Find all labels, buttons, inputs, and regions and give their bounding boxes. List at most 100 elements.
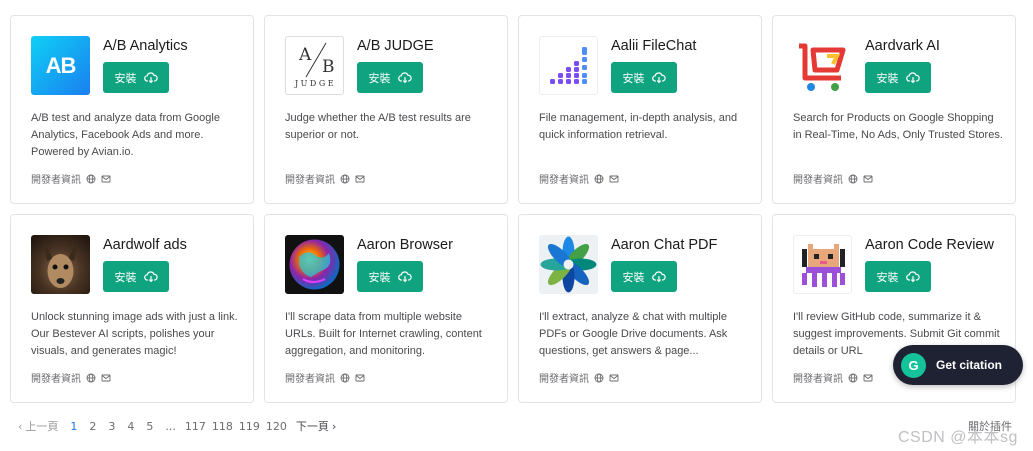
globe-icon[interactable] bbox=[848, 174, 858, 184]
cloud-download-icon bbox=[651, 71, 666, 83]
cloud-download-icon bbox=[905, 270, 920, 282]
logo-text: AB bbox=[45, 52, 77, 78]
developer-info[interactable]: 開發者資訊 bbox=[31, 370, 111, 385]
plugin-title: A/B JUDGE bbox=[357, 38, 434, 54]
cloud-download-icon bbox=[905, 71, 920, 83]
developer-info[interactable]: 開發者資訊 bbox=[31, 171, 111, 186]
plugin-card[interactable]: Aalii FileChat 安裝 File management, in-de… bbox=[518, 15, 762, 204]
developer-info-label: 開發者資訊 bbox=[793, 374, 843, 385]
page-link[interactable]: 5 bbox=[140, 420, 159, 433]
plugin-description: I'll scrape data from multiple website U… bbox=[285, 311, 482, 357]
install-label: 安裝 bbox=[876, 71, 899, 85]
aardvark-cart-logo bbox=[793, 36, 852, 95]
globe-icon[interactable] bbox=[340, 174, 350, 184]
developer-info[interactable]: 開發者資訊 bbox=[285, 370, 365, 385]
mail-icon[interactable] bbox=[609, 174, 619, 184]
page-link[interactable]: 118 bbox=[209, 420, 236, 433]
plugin-description: I'll extract, analyze & chat with multip… bbox=[539, 311, 728, 357]
developer-info[interactable]: 開發者資訊 bbox=[793, 370, 873, 385]
plugin-card[interactable]: Aaron Browser 安裝 I'll scrape data from m… bbox=[264, 214, 508, 403]
page-link[interactable]: 3 bbox=[102, 420, 121, 433]
plugin-card[interactable]: Aardwolf ads 安裝 Unlock stunning image ad… bbox=[10, 214, 254, 403]
grammarly-letter: G bbox=[908, 357, 919, 373]
chevron-right-icon: › bbox=[331, 419, 337, 433]
cloud-download-icon bbox=[397, 71, 412, 83]
page-link[interactable]: 2 bbox=[83, 420, 102, 433]
get-citation-button[interactable]: G Get citation bbox=[893, 345, 1023, 385]
install-button[interactable]: 安裝 bbox=[357, 62, 423, 93]
developer-info-label: 開發者資訊 bbox=[793, 175, 843, 186]
prev-page-label: 上一頁 bbox=[25, 420, 59, 433]
developer-info-label: 開發者資訊 bbox=[31, 374, 81, 385]
logo-letter-b: B bbox=[322, 57, 335, 77]
mail-icon[interactable] bbox=[355, 174, 365, 184]
watermark: CSDN @本本sg bbox=[898, 429, 1018, 446]
aardwolf-photo-logo bbox=[31, 235, 90, 294]
install-button[interactable]: 安裝 bbox=[357, 261, 423, 292]
install-label: 安裝 bbox=[876, 270, 899, 284]
petal-swirl-mark bbox=[540, 236, 597, 293]
plugin-card[interactable]: Aaron Chat PDF 安裝 I'll extract, analyze … bbox=[518, 214, 762, 403]
page-ellipsis: ... bbox=[165, 419, 176, 433]
mail-icon[interactable] bbox=[355, 373, 365, 383]
install-button[interactable]: 安裝 bbox=[103, 62, 169, 93]
install-button[interactable]: 安裝 bbox=[611, 62, 677, 93]
plugin-card[interactable]: A B JUDGE A/B JUDGE 安裝 Judge whether the… bbox=[264, 15, 508, 204]
plugin-title: Aaron Code Review bbox=[865, 237, 994, 253]
bar-dots-mark bbox=[550, 47, 587, 84]
plugin-card[interactable]: Aardvark AI 安裝 Search for Products on Go… bbox=[772, 15, 1016, 204]
mail-icon[interactable] bbox=[863, 174, 873, 184]
globe-icon[interactable] bbox=[594, 373, 604, 383]
mail-icon[interactable] bbox=[863, 373, 873, 383]
plugin-description: A/B test and analyze data from Google An… bbox=[31, 112, 220, 158]
prev-page-button[interactable]: ‹ 上一頁 bbox=[12, 418, 64, 434]
developer-info[interactable]: 開發者資訊 bbox=[793, 171, 873, 186]
globe-icon[interactable] bbox=[86, 174, 96, 184]
plugin-title: Aaron Chat PDF bbox=[611, 237, 718, 253]
developer-info-label: 開發者資訊 bbox=[539, 175, 589, 186]
mail-icon[interactable] bbox=[101, 174, 111, 184]
install-button[interactable]: 安裝 bbox=[611, 261, 677, 292]
cloud-download-icon bbox=[143, 270, 158, 282]
developer-info-label: 開發者資訊 bbox=[31, 175, 81, 186]
plugin-description: Unlock stunning image ads with just a li… bbox=[31, 311, 238, 357]
install-label: 安裝 bbox=[622, 71, 645, 85]
page-link[interactable]: 4 bbox=[121, 420, 140, 433]
globe-icon[interactable] bbox=[594, 174, 604, 184]
install-button[interactable]: 安裝 bbox=[865, 62, 931, 93]
mail-icon[interactable] bbox=[101, 373, 111, 383]
install-button[interactable]: 安裝 bbox=[865, 261, 931, 292]
cloud-download-icon bbox=[143, 71, 158, 83]
developer-info[interactable]: 開發者資訊 bbox=[539, 171, 619, 186]
grammarly-icon: G bbox=[901, 352, 926, 378]
next-page-button[interactable]: 下一頁 › bbox=[290, 418, 342, 434]
cloud-download-icon bbox=[397, 270, 412, 282]
plugin-grid: AB A/B Analytics 安裝 A/B test and analyze… bbox=[10, 15, 1016, 403]
page-link[interactable]: 117 bbox=[182, 420, 209, 433]
developer-info[interactable]: 開發者資訊 bbox=[539, 370, 619, 385]
page-link[interactable]: 120 bbox=[263, 420, 290, 433]
plugin-title: Aalii FileChat bbox=[611, 38, 697, 54]
developer-info[interactable]: 開發者資訊 bbox=[285, 171, 365, 186]
page-link[interactable]: 119 bbox=[236, 420, 263, 433]
plugin-card[interactable]: AB A/B Analytics 安裝 A/B test and analyze… bbox=[10, 15, 254, 204]
developer-info-label: 開發者資訊 bbox=[285, 175, 335, 186]
install-label: 安裝 bbox=[114, 270, 137, 284]
shopping-cart-mark bbox=[799, 43, 846, 91]
colorful-globe-mark bbox=[289, 239, 340, 290]
plugin-title: Aaron Browser bbox=[357, 237, 453, 253]
get-citation-label: Get citation bbox=[936, 358, 1003, 372]
plugin-title: A/B Analytics bbox=[103, 38, 188, 54]
globe-icon[interactable] bbox=[86, 373, 96, 383]
page-link[interactable]: 1 bbox=[64, 420, 83, 433]
globe-icon[interactable] bbox=[340, 373, 350, 383]
plugin-description: Search for Products on Google Shopping i… bbox=[793, 112, 1003, 141]
logo-letter-a: A bbox=[299, 45, 312, 65]
install-button[interactable]: 安裝 bbox=[103, 261, 169, 292]
mail-icon[interactable] bbox=[609, 373, 619, 383]
developer-info-label: 開發者資訊 bbox=[539, 374, 589, 385]
install-label: 安裝 bbox=[368, 71, 391, 85]
aaron-chat-pdf-logo bbox=[539, 235, 598, 294]
plugin-title: Aardvark AI bbox=[865, 38, 940, 54]
globe-icon[interactable] bbox=[848, 373, 858, 383]
